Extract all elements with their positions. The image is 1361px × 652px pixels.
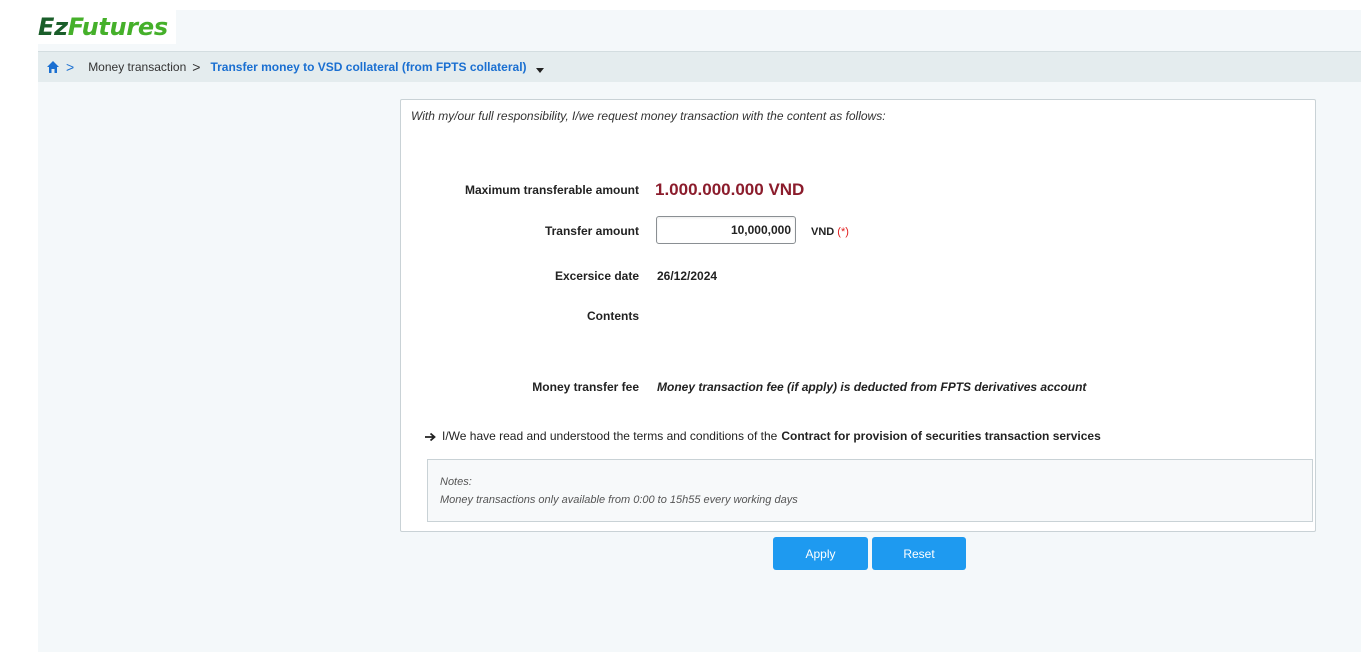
- caret-down-icon[interactable]: [535, 63, 545, 73]
- notes-text: Money transactions only available from 0…: [440, 494, 798, 506]
- max-amount-value: 1.000.000.000 VND: [655, 180, 805, 199]
- required-mark: (*): [837, 226, 849, 238]
- intro-text: With my/our full responsibility, I/we re…: [411, 109, 886, 123]
- home-icon[interactable]: [46, 60, 60, 74]
- exercise-date-value: 26/12/2024: [657, 269, 718, 283]
- reset-button[interactable]: Reset: [872, 537, 966, 570]
- amount-unit-text: VND: [811, 226, 835, 238]
- logo-suffix: Futures: [67, 13, 168, 41]
- contents-label: Contents: [587, 309, 639, 323]
- transfer-fee-label: Money transfer fee: [532, 380, 639, 394]
- chevron-right-icon: >: [192, 59, 201, 75]
- apply-button[interactable]: Apply: [773, 537, 868, 570]
- terms-statement: I/We have read and understood the terms …: [424, 429, 1101, 443]
- max-amount-label: Maximum transferable amount: [464, 183, 639, 197]
- breadcrumb-current[interactable]: Transfer money to VSD collateral (from F…: [210, 60, 526, 74]
- app-logo[interactable]: EzFutures: [38, 10, 176, 44]
- terms-text: I/We have read and understood the terms …: [442, 429, 778, 443]
- breadcrumb-item-money-transaction[interactable]: Money transaction: [88, 60, 186, 74]
- chevron-right-icon: >: [66, 59, 75, 75]
- transfer-amount-input[interactable]: [656, 216, 796, 244]
- amount-unit: VND (*): [811, 226, 849, 238]
- notes-title: Notes:: [440, 476, 472, 488]
- exercise-date-label: Excersice date: [554, 269, 639, 283]
- contract-link[interactable]: Contract for provision of securities tra…: [781, 429, 1100, 443]
- notes-box: Notes: Money transactions only available…: [427, 459, 1313, 522]
- transfer-amount-label: Transfer amount: [544, 224, 639, 238]
- arrow-right-icon: [424, 431, 436, 442]
- header-bar: [38, 10, 1361, 50]
- breadcrumb: > Money transaction > Transfer money to …: [38, 51, 1361, 82]
- logo-prefix: Ez: [38, 13, 68, 41]
- transfer-fee-value: Money transaction fee (if apply) is dedu…: [657, 380, 1087, 394]
- transfer-form-panel: With my/our full responsibility, I/we re…: [400, 99, 1316, 532]
